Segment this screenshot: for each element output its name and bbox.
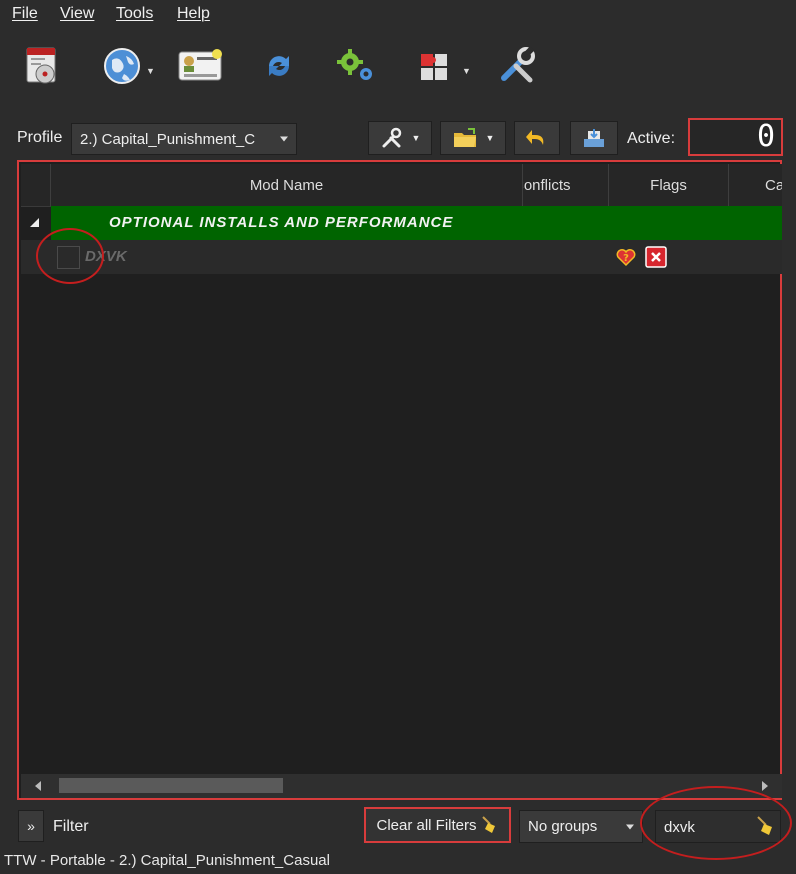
menu-bar: File View Tools Help [0,0,796,30]
nexus-dropdown-arrow[interactable]: ▼ [146,66,155,76]
scrollbar-thumb[interactable] [59,778,283,793]
column-mod-name[interactable]: Mod Name [51,164,523,206]
menu-tools[interactable]: Tools [116,5,153,23]
error-flag-icon [645,246,667,268]
group-row[interactable]: OPTIONAL INSTALLS AND PERFORMANCE [21,206,782,240]
create-backup-button[interactable] [570,121,618,155]
refresh-button[interactable] [253,40,305,92]
executables-button[interactable] [330,40,382,92]
restore-backup-button[interactable] [514,121,560,155]
group-separator: OPTIONAL INSTALLS AND PERFORMANCE [51,206,782,240]
chevron-down-icon: ▼ [411,133,421,143]
open-folder-button[interactable]: ▼ [440,121,506,155]
mod-tools-button[interactable]: ▼ [368,121,432,155]
plugins-icon [421,54,447,80]
collapse-triangle-icon[interactable] [30,218,39,227]
chevron-down-icon: ▼ [485,133,495,143]
column-conflicts-label: Conflicts [523,176,571,194]
chevron-down-icon [626,824,634,829]
scroll-left-arrow-icon[interactable] [35,781,41,791]
folder-icon [453,128,476,147]
install-mod-icon [26,47,56,84]
group-label: OPTIONAL INSTALLS AND PERFORMANCE [109,214,454,231]
settings-button[interactable] [492,40,544,92]
status-bar-text: TTW - Portable - 2.) Capital_Punishment_… [4,852,330,869]
column-conflicts[interactable]: Conflicts [523,164,609,206]
chevron-down-icon [280,136,288,142]
mod-row[interactable]: DXVK ? [21,240,782,274]
svg-text:?: ? [623,253,629,264]
menu-help[interactable]: Help [177,5,210,23]
profiles-button[interactable] [174,40,226,92]
backup-tray-icon [584,129,604,147]
menu-file[interactable]: File [12,5,38,23]
header-spacer [21,164,51,206]
scroll-right-arrow-icon[interactable] [762,781,768,791]
nexus-globe-icon [104,48,140,84]
annotation-circle-checkbox [36,228,104,284]
plugins-dropdown-arrow[interactable]: ▼ [462,66,471,76]
filter-label: Filter [53,818,89,835]
annotation-circle-search [640,786,792,860]
clear-all-filters-button[interactable]: Clear all Filters [364,807,511,843]
nexus-button[interactable] [96,40,148,92]
tools-icon [382,127,401,148]
groups-select[interactable]: No groups [519,810,643,843]
menu-view[interactable]: View [60,5,94,23]
profile-selected-value: 2.) Capital_Punishment_C [80,130,256,148]
profile-select[interactable]: 2.) Capital_Punishment_C [71,123,297,155]
active-label: Active: [627,130,676,147]
profiles-icon [178,49,222,81]
active-count-value: 0 [756,119,775,154]
mod-list[interactable]: Mod Name Conflicts Flags Ca OPTIONAL INS… [17,160,782,800]
refresh-icon [269,56,289,76]
install-mod-button[interactable] [17,40,69,92]
missing-data-flag-icon: ? [616,249,636,267]
settings-icon [501,46,535,83]
column-flags[interactable]: Flags [609,164,729,206]
broom-icon [481,816,495,833]
executables-icon [337,49,372,80]
active-count-display: 0 [688,118,783,156]
profile-label: Profile [17,129,63,146]
column-category[interactable]: Ca [729,164,782,206]
expand-filters-button[interactable]: » [18,810,44,842]
undo-arrow-icon [526,130,544,145]
plugins-button[interactable] [412,40,464,92]
mod-list-header: Mod Name Conflicts Flags Ca [21,164,782,207]
groups-selected-value: No groups [528,818,598,835]
clear-filters-label: Clear all Filters [376,816,477,834]
